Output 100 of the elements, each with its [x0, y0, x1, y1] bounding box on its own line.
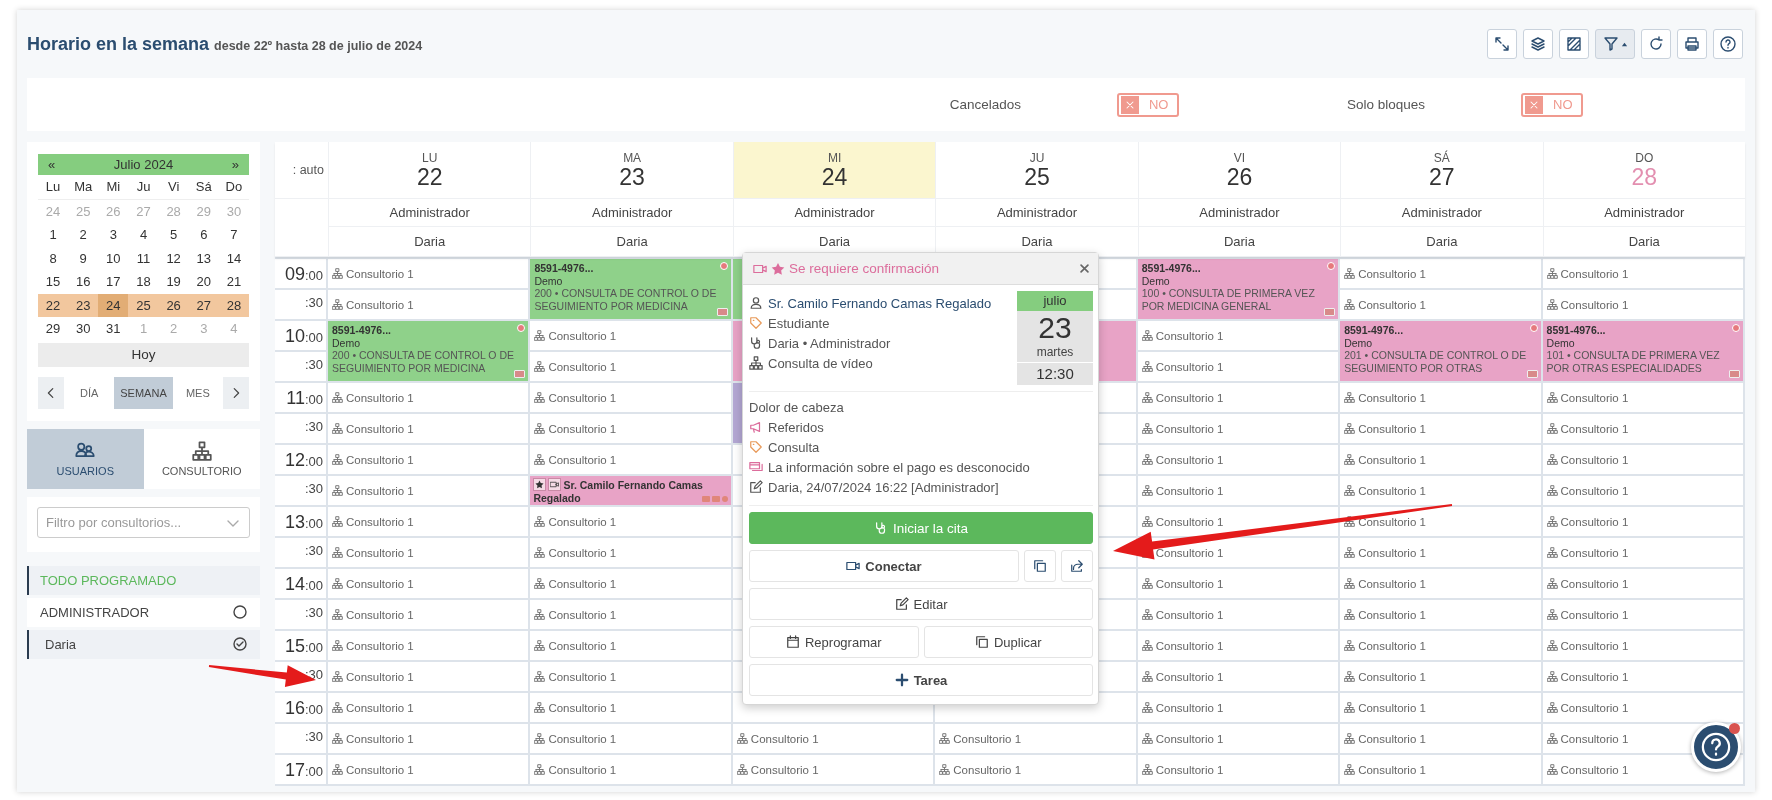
- calendar-day[interactable]: 14: [218, 246, 249, 270]
- calendar-week-row[interactable]: 29 30 31 1 2 3 4: [38, 317, 249, 341]
- slot-label[interactable]: Consultorio 1: [1560, 298, 1629, 311]
- calendar-day[interactable]: 21: [218, 270, 249, 294]
- slot-label[interactable]: Consultorio 1: [1358, 484, 1426, 497]
- slot-label[interactable]: Consultorio 1: [750, 732, 819, 745]
- user-list-item[interactable]: ADMINISTRADOR: [27, 597, 260, 627]
- connect-button[interactable]: Conectar: [749, 550, 1019, 582]
- calendar-day[interactable]: 9: [68, 246, 99, 270]
- today-button[interactable]: Hoy: [38, 342, 249, 367]
- slot-label[interactable]: Consultorio 1: [1155, 360, 1224, 373]
- slot-label[interactable]: Consultorio 1: [1560, 515, 1629, 528]
- calendar-day[interactable]: 19: [158, 270, 189, 294]
- calendar-week-row[interactable]: 8 9 10 11 12 13 14: [38, 246, 249, 270]
- event-card[interactable]: 8591-4976... Demo 200 • CONSULTA DE CONTROL O DE SEGUIMIENTO POR MEDICINA: [328, 321, 531, 383]
- user-list-item[interactable]: Daria: [27, 629, 260, 659]
- slot-label[interactable]: Consultorio 1: [346, 701, 414, 714]
- calendar-day[interactable]: 29: [38, 317, 69, 341]
- calendar-day[interactable]: 25: [128, 293, 159, 317]
- slot-label[interactable]: Consultorio 1: [1358, 732, 1426, 745]
- slot-label[interactable]: Consultorio 1: [548, 453, 617, 466]
- slot-label[interactable]: Consultorio 1: [1560, 484, 1629, 497]
- slot-label[interactable]: Consultorio 1: [1560, 577, 1629, 590]
- calendar-day[interactable]: 7: [218, 223, 249, 247]
- slot-label[interactable]: Consultorio 1: [1358, 639, 1426, 652]
- slot-label[interactable]: Consultorio 1: [1560, 763, 1629, 776]
- slot-label[interactable]: Consultorio 1: [1560, 267, 1629, 280]
- slot-label[interactable]: Consultorio 1: [1560, 670, 1629, 683]
- share-button[interactable]: [1061, 550, 1093, 582]
- slot-label[interactable]: Consultorio 1: [1358, 453, 1426, 466]
- slot-label[interactable]: Consultorio 1: [1155, 670, 1224, 683]
- slot-label[interactable]: Consultorio 1: [548, 515, 617, 528]
- task-button[interactable]: Tarea: [749, 664, 1093, 696]
- slot-label[interactable]: Consultorio 1: [346, 484, 414, 497]
- slot-label[interactable]: Consultorio 1: [1155, 391, 1224, 404]
- slot-label[interactable]: Consultorio 1: [346, 608, 414, 621]
- calendar-day[interactable]: 15: [38, 270, 69, 294]
- slot-label[interactable]: Consultorio 1: [346, 422, 414, 435]
- slot-label[interactable]: Consultorio 1: [1155, 422, 1224, 435]
- slot-label[interactable]: Consultorio 1: [1560, 391, 1629, 404]
- calendar-day[interactable]: 27: [188, 293, 219, 317]
- slot-label[interactable]: Consultorio 1: [1155, 515, 1224, 528]
- slot-label[interactable]: Consultorio 1: [1155, 639, 1224, 652]
- slot-label[interactable]: Consultorio 1: [548, 639, 617, 652]
- slot-label[interactable]: Consultorio 1: [1358, 577, 1426, 590]
- slot-label[interactable]: Consultorio 1: [548, 422, 617, 435]
- calendar-day[interactable]: 10: [98, 246, 129, 270]
- calendar-day[interactable]: 3: [98, 223, 129, 247]
- slot-label[interactable]: Consultorio 1: [1358, 546, 1426, 559]
- slot-label[interactable]: Consultorio 1: [1358, 515, 1426, 528]
- print-button[interactable]: [1677, 29, 1707, 59]
- edit-button[interactable]: Editar: [749, 588, 1093, 620]
- slot-label[interactable]: Consultorio 1: [346, 670, 414, 683]
- slot-label[interactable]: Consultorio 1: [1155, 608, 1224, 621]
- calendar-week-row[interactable]: 1 2 3 4 5 6 7: [38, 223, 249, 247]
- slot-label[interactable]: Consultorio 1: [548, 391, 617, 404]
- calendar-day[interactable]: 20: [188, 270, 219, 294]
- view-tab[interactable]: SEMANA: [114, 376, 173, 409]
- slot-label[interactable]: Consultorio 1: [1560, 639, 1629, 652]
- calendar-day[interactable]: 18: [128, 270, 159, 294]
- slot-label[interactable]: Consultorio 1: [1155, 453, 1224, 466]
- filter-button[interactable]: [1595, 29, 1635, 59]
- event-card[interactable]: 8591-4976... Demo 101 • CONSULTA DE PRIMERA VEZ POR OTRAS ESPECIALIDADES: [1542, 321, 1745, 383]
- slot-label[interactable]: Consultorio 1: [548, 360, 617, 373]
- slot-label[interactable]: Consultorio 1: [1560, 608, 1629, 621]
- appointment-card[interactable]: Sr. Camilo Fernando Camas Regalado: [530, 476, 733, 507]
- calendar-day[interactable]: 16: [68, 270, 99, 294]
- slot-label[interactable]: Consultorio 1: [1560, 453, 1629, 466]
- slot-label[interactable]: Consultorio 1: [1155, 546, 1224, 559]
- next-month-link[interactable]: »: [231, 157, 239, 172]
- slot-label[interactable]: Consultorio 1: [1560, 422, 1629, 435]
- slot-label[interactable]: Consultorio 1: [1358, 298, 1426, 311]
- calendar-day[interactable]: 31: [98, 317, 129, 341]
- slot-label[interactable]: Consultorio 1: [1358, 670, 1426, 683]
- hatch-button[interactable]: [1559, 29, 1589, 59]
- previous-button[interactable]: [38, 376, 64, 409]
- slot-label[interactable]: Consultorio 1: [548, 732, 617, 745]
- calendar-week-row[interactable]: 15 16 17 18 19 20 21: [38, 270, 249, 294]
- refresh-button[interactable]: [1641, 29, 1671, 59]
- reschedule-button[interactable]: Reprogramar: [749, 626, 919, 658]
- slot-label[interactable]: Consultorio 1: [346, 546, 414, 559]
- slot-label[interactable]: Consultorio 1: [548, 329, 617, 342]
- calendar-day[interactable]: 1: [38, 223, 69, 247]
- event-card[interactable]: 8591-4976... Demo 201 • CONSULTA DE CONTROL O DE SEGUIMIENTO POR OTRAS: [1340, 321, 1543, 383]
- close-icon[interactable]: [1079, 263, 1090, 274]
- expand-button[interactable]: [1487, 29, 1517, 59]
- slot-label[interactable]: Consultorio 1: [1155, 577, 1224, 590]
- calendar-week-row[interactable]: 22 23 24 25 26 27 28: [38, 293, 249, 317]
- filter-select[interactable]: Filtro por consultorios...: [37, 506, 250, 538]
- help-button[interactable]: [1713, 29, 1743, 59]
- slot-label[interactable]: Consultorio 1: [346, 453, 414, 466]
- calendar-day[interactable]: 2: [68, 223, 99, 247]
- slot-label[interactable]: Consultorio 1: [548, 608, 617, 621]
- calendar-day[interactable]: 17: [98, 270, 129, 294]
- slot-label[interactable]: Consultorio 1: [346, 515, 414, 528]
- slot-label[interactable]: Consultorio 1: [346, 577, 414, 590]
- slot-label[interactable]: Consultorio 1: [1155, 732, 1224, 745]
- sidebar-tab[interactable]: USUARIOS: [27, 428, 144, 489]
- slot-label[interactable]: Consultorio 1: [1358, 422, 1426, 435]
- layers-button[interactable]: [1523, 29, 1553, 59]
